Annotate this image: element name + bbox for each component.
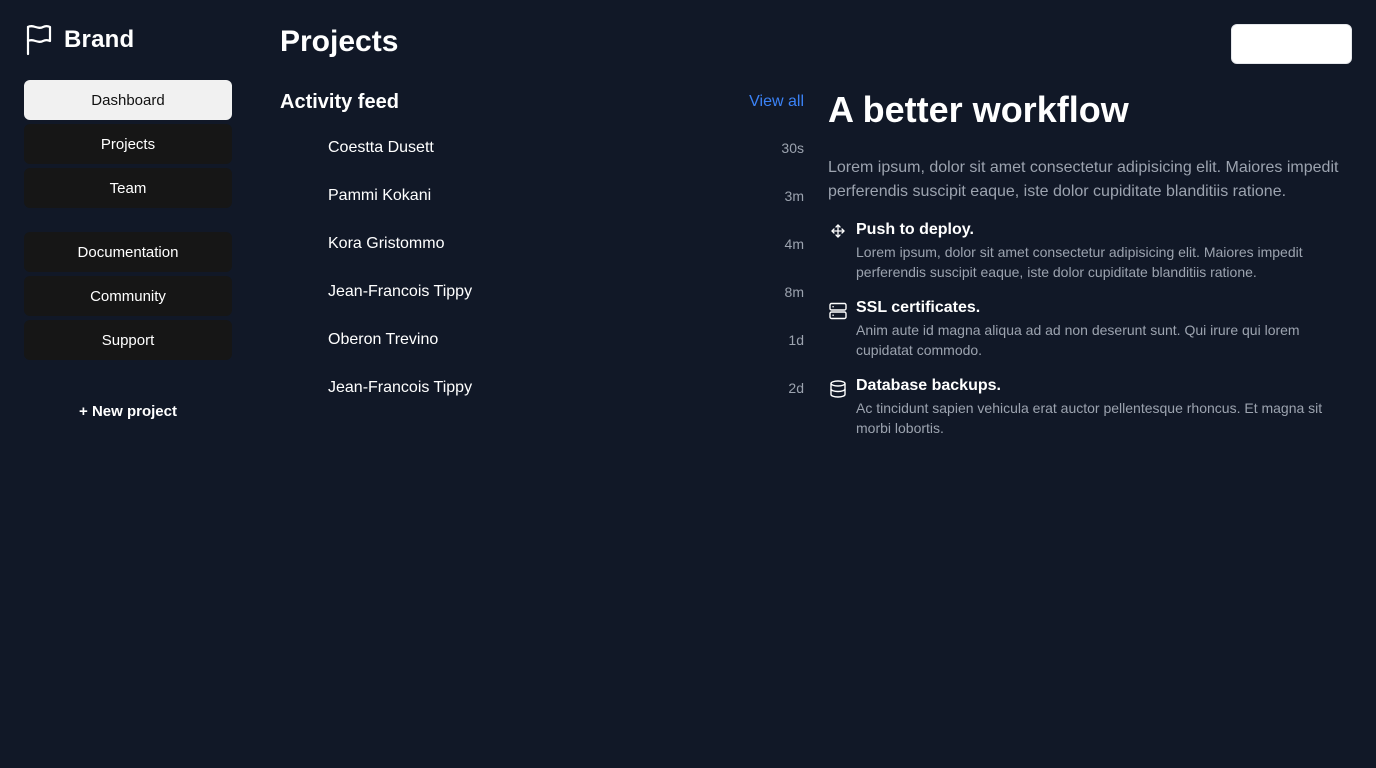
sidebar: Brand Dashboard Projects Team Documentat… [24,24,232,424]
brand-name: Brand [64,26,135,53]
feature-ssl-certificates: SSL certificates. Anim aute id magna ali… [828,298,1348,360]
nav-support-button[interactable]: Support [24,320,232,360]
activity-feed: Activity feed View all Coestta Dusett 30… [280,88,804,412]
list-item[interactable]: Coestta Dusett 30s [280,124,804,172]
promo-title: A better workflow [828,89,1129,130]
brand[interactable]: Brand [24,24,232,56]
nav-dashboard-button[interactable]: Dashboard [24,80,232,120]
feature-title: SSL certificates. [856,299,981,316]
nav-community-button[interactable]: Community [24,276,232,316]
feed-user-name: Kora Gristommo [328,235,445,252]
feed-header: Activity feed View all [280,88,804,116]
feature-push-to-deploy: Push to deploy. Lorem ipsum, dolor sit a… [828,220,1348,282]
new-project-button[interactable]: + New project [24,400,232,424]
feed-user-name: Jean-Francois Tippy [328,379,473,396]
feed-timestamp: 1d [788,332,804,348]
app-root: Brand Dashboard Projects Team Documentat… [0,0,1376,768]
feed-timestamp: 2d [788,380,804,396]
secondary-nav: Documentation Community Support [24,232,232,360]
feed-timestamp: 30s [781,140,804,156]
list-item[interactable]: Kora Gristommo 4m [280,220,804,268]
feed-user-name: Jean-Francois Tippy [328,283,473,300]
list-item[interactable]: Jean-Francois Tippy 8m [280,268,804,316]
header-action-button[interactable] [1231,24,1352,64]
server-icon [828,302,848,320]
view-all-link[interactable]: View all [749,93,804,111]
nav-team-button[interactable]: Team [24,168,232,208]
list-item[interactable]: Pammi Kokani 3m [280,172,804,220]
page-title: Projects [280,25,399,58]
feature-description: Anim aute id magna aliqua ad ad non dese… [856,322,1300,358]
nav-documentation-button[interactable]: Documentation [24,232,232,272]
feed-user-name: Oberon Trevino [328,331,439,348]
nav-projects-button[interactable]: Projects [24,124,232,164]
feature-description: Ac tincidunt sapien vehicula erat auctor… [856,400,1323,436]
nav-divider [24,212,232,232]
promo-description: Lorem ipsum, dolor sit amet consectetur … [828,159,1339,200]
feed-title: Activity feed [280,90,399,113]
feed-user-name: Pammi Kokani [328,187,432,204]
feed-timestamp: 4m [784,236,804,252]
promo-section: A better workflow Lorem ipsum, dolor sit… [828,88,1348,438]
feature-title: Push to deploy. [856,221,974,238]
primary-nav: Dashboard Projects Team [24,80,232,208]
list-item[interactable]: Jean-Francois Tippy 2d [280,364,804,412]
database-icon [828,380,848,398]
feed-timestamp: 8m [784,284,804,300]
feature-title: Database backups. [856,377,1001,394]
feed-user-name: Coestta Dusett [328,139,434,156]
feature-database-backups: Database backups. Ac tincidunt sapien ve… [828,376,1348,438]
move-arrows-icon [828,224,848,238]
feed-timestamp: 3m [784,188,804,204]
flag-icon [24,24,54,56]
feature-description: Lorem ipsum, dolor sit amet consectetur … [856,244,1303,280]
list-item[interactable]: Oberon Trevino 1d [280,316,804,364]
